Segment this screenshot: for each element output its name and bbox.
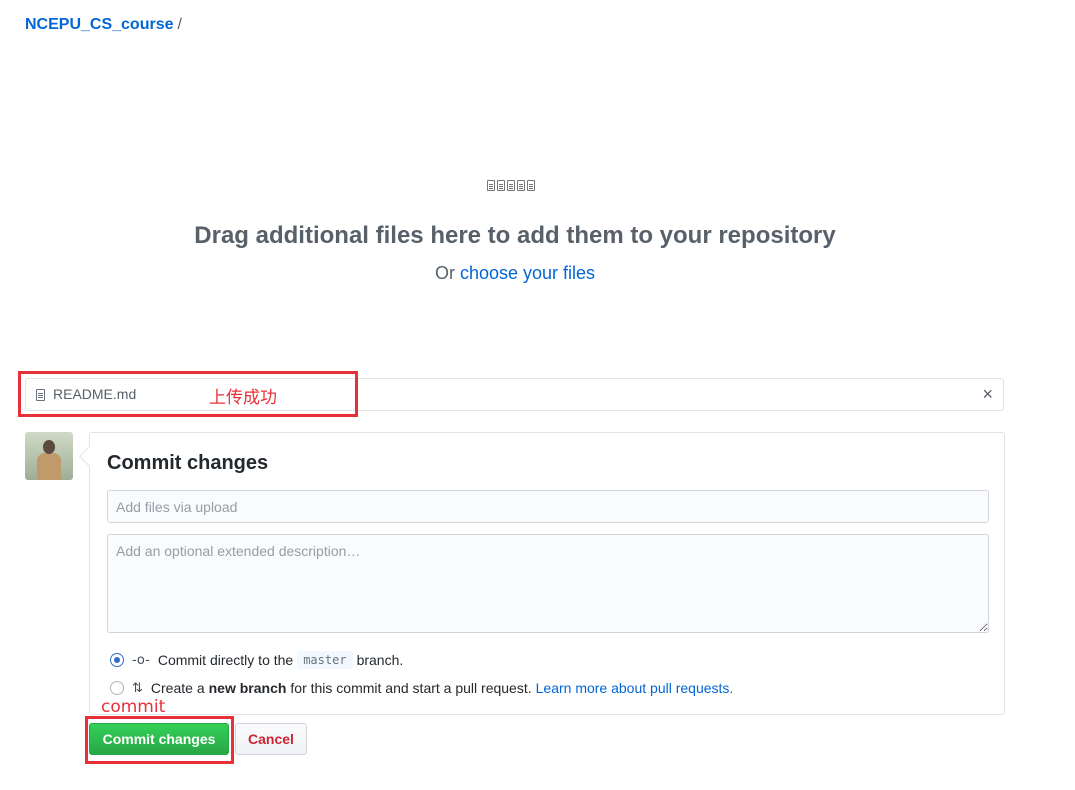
annotation-box-file [18, 371, 358, 417]
breadcrumb: NCEPU_CS_course / [25, 16, 182, 34]
file-type-icons [487, 180, 535, 192]
git-pull-request-icon: ⇅ [132, 680, 143, 696]
commit-title: Commit changes [107, 452, 269, 474]
breadcrumb-separator: / [177, 16, 182, 33]
choose-files-link[interactable]: choose your files [460, 263, 595, 283]
avatar [25, 432, 73, 480]
commit-changes-button[interactable]: Commit changes [89, 723, 229, 755]
pull-request-help-link[interactable]: Learn more about pull requests. [536, 680, 734, 696]
file-pdf-icon [527, 180, 535, 191]
dropzone-title: Drag additional files here to add them t… [194, 222, 836, 249]
commit-direct-option[interactable]: -o- Commit directly to the master branch… [110, 651, 403, 669]
annotation-upload-success: 上传成功 [209, 388, 277, 408]
repo-link[interactable]: NCEPU_CS_course [25, 16, 174, 33]
dropzone-prefix: Or [434, 263, 455, 283]
cancel-button[interactable]: Cancel [235, 723, 307, 755]
new-branch-bold: new branch [208, 680, 287, 696]
annotation-commit: commit [101, 697, 166, 717]
new-branch-suffix: for this commit and start a pull request… [290, 680, 532, 696]
dropzone-subtitle: Or choose your files [0, 263, 1030, 284]
file-chart-icon [497, 180, 505, 191]
file-icon [487, 180, 495, 191]
remove-file-icon[interactable]: × [982, 384, 993, 404]
git-commit-icon: -o- [132, 652, 150, 668]
commit-summary-input[interactable] [107, 490, 989, 523]
new-branch-option[interactable]: ⇅ Create a new branch for this commit an… [110, 680, 733, 696]
commit-description-input[interactable] [107, 534, 989, 633]
file-code-icon [507, 180, 515, 191]
commit-direct-suffix: branch. [356, 652, 404, 668]
commit-form: Commit changes -o- Commit directly to th… [89, 432, 1005, 715]
commit-direct-radio[interactable] [110, 653, 124, 667]
commit-direct-prefix: Commit directly to the [157, 652, 294, 668]
file-text-icon [517, 180, 525, 191]
new-branch-prefix: Create a [150, 680, 205, 696]
branch-name: master [297, 651, 353, 669]
new-branch-radio[interactable] [110, 681, 124, 695]
